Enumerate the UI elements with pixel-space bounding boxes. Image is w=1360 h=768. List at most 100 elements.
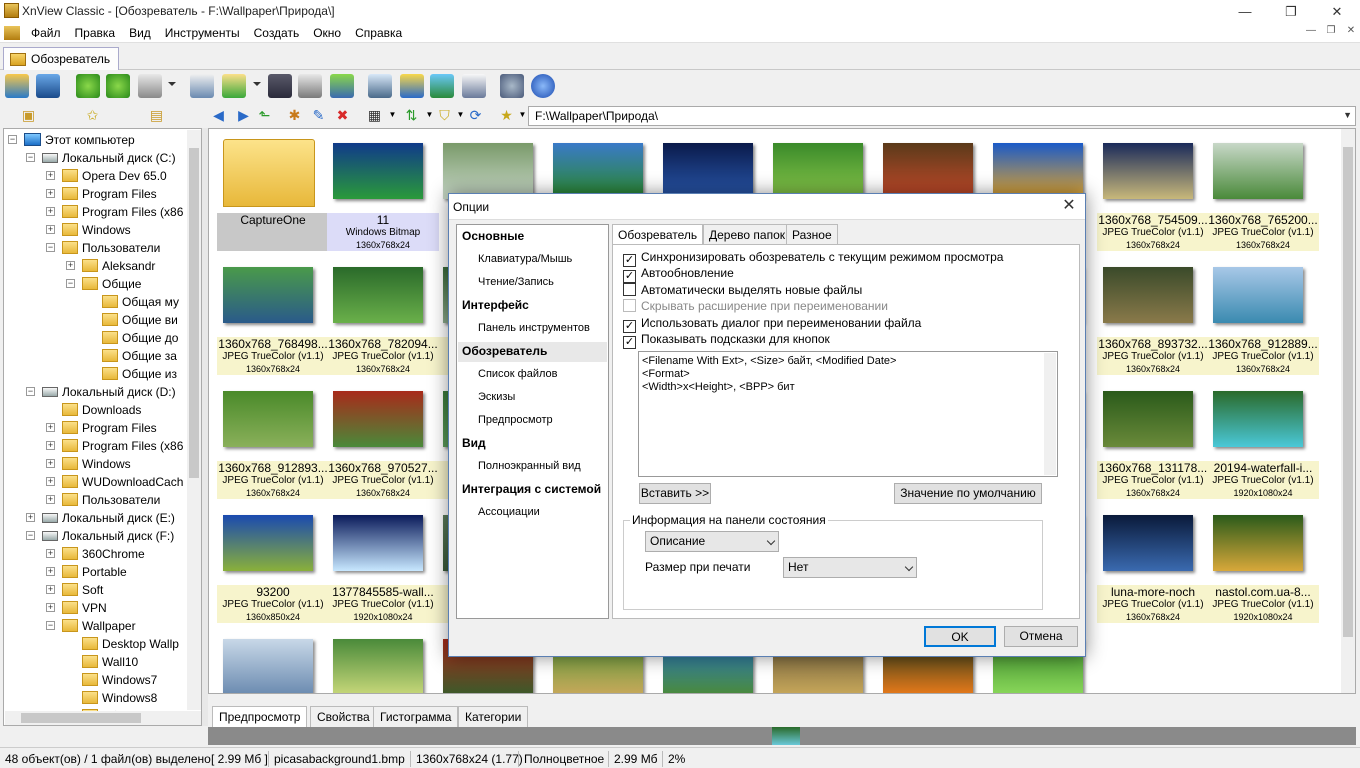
mdi-close-button[interactable]: ✕	[1341, 25, 1360, 41]
tree-expander[interactable]: +	[46, 549, 55, 558]
tree-expander[interactable]: +	[46, 477, 55, 486]
parent-folder-icon[interactable]: ⬑	[256, 107, 273, 123]
thumbnail-item[interactable]: 93200 JPEG TrueColor (v1.1) 1360x850x24	[217, 509, 329, 623]
thumbnail-item[interactable]	[217, 633, 313, 693]
tree-node[interactable]: Windows8	[82, 689, 157, 707]
options-category-item[interactable]: Эскизы	[478, 390, 515, 405]
tree-expander[interactable]: −	[46, 243, 55, 252]
tree-expander[interactable]: +	[46, 207, 55, 216]
tab-folder-tree[interactable]: Дерево папок	[703, 224, 791, 245]
tree-expander[interactable]: −	[26, 531, 35, 540]
thumbnail-item[interactable]: 1360x768_912893... JPEG TrueColor (v1.1) 1…	[217, 385, 329, 499]
info-icon[interactable]	[531, 74, 555, 98]
tree-node[interactable]: Пользователи	[62, 491, 160, 509]
gear-icon[interactable]	[500, 74, 524, 98]
menu-create[interactable]: Создать	[247, 23, 307, 43]
delete-icon[interactable]: ✖	[334, 107, 351, 123]
ok-button[interactable]: OK	[924, 626, 996, 647]
tree-node[interactable]: Windows	[62, 455, 131, 473]
print-size-select[interactable]: Нет	[783, 557, 917, 578]
thumbnail-item[interactable]: 1360x768_765200... JPEG TrueColor (v1.1) 1…	[1207, 137, 1319, 251]
tree-expander[interactable]: +	[46, 171, 55, 180]
mdi-restore-button[interactable]: ❐	[1321, 25, 1341, 41]
tree-node[interactable]: Этот компьютер	[24, 131, 135, 149]
checkbox-box[interactable]: ✓	[623, 270, 636, 284]
chevron-down-icon[interactable]: ▼	[1343, 110, 1352, 120]
tab-properties[interactable]: Свойства	[310, 706, 377, 727]
cancel-button[interactable]: Отмена	[1004, 626, 1078, 647]
option-checkbox[interactable]: Автоматически выделять новые файлы	[623, 282, 862, 298]
tree-expander[interactable]: +	[46, 441, 55, 450]
address-bar[interactable]: F:\Wallpaper\Природа\ ▼	[528, 106, 1356, 126]
view-mode-icon[interactable]: ▦	[366, 107, 383, 123]
thumbnail-item[interactable]: 1360x768_912889... JPEG TrueColor (v1.1) 1…	[1207, 261, 1319, 375]
tree-expander[interactable]: +	[46, 603, 55, 612]
tree-node[interactable]: WUDownloadCach	[62, 473, 183, 491]
checkbox-box[interactable]	[623, 282, 636, 296]
options-category-item[interactable]: Клавиатура/Мышь	[478, 252, 572, 267]
tree-horizontal-scrollbar[interactable]	[5, 711, 201, 725]
favorites-icon[interactable]: ✩	[84, 107, 101, 123]
tree-node[interactable]: Program Files (x86	[62, 203, 183, 221]
tree-expander[interactable]: −	[46, 621, 55, 630]
tree-expander[interactable]: +	[46, 495, 55, 504]
fullscreen-icon[interactable]	[36, 74, 60, 98]
tree-node[interactable]: Soft	[62, 581, 103, 599]
tree-node[interactable]: Desktop Wallp	[82, 635, 179, 653]
printer-icon[interactable]	[298, 74, 322, 98]
thumbnail-item[interactable]	[327, 633, 423, 693]
tree-node[interactable]: Windows	[62, 221, 131, 239]
tree-expander[interactable]: −	[26, 153, 35, 162]
checkbox-box[interactable]: ✓	[623, 319, 636, 333]
tree-expander[interactable]: +	[26, 513, 35, 522]
checkbox-box[interactable]: ✓	[623, 254, 636, 267]
tree-expander[interactable]: +	[46, 189, 55, 198]
thumbnail-item[interactable]: 11 Windows Bitmap 1360x768x24	[327, 137, 439, 251]
back-arrow-icon[interactable]: ◀	[210, 107, 227, 123]
folders-panel-icon[interactable]: ▣	[20, 107, 37, 123]
dialog-close-icon[interactable]: ✕	[1059, 196, 1079, 216]
grid-vertical-scrollbar[interactable]	[1341, 129, 1355, 693]
default-value-button[interactable]: Значение по умолчанию	[894, 483, 1042, 504]
thumbnail-item[interactable]: 1360x768_970527... JPEG TrueColor (v1.1) 1…	[327, 385, 439, 499]
chevron-down-icon[interactable]	[168, 82, 176, 86]
tree-expander[interactable]: −	[66, 279, 75, 288]
sync-icon[interactable]: ⟳	[467, 107, 484, 123]
tree-expander[interactable]: +	[46, 225, 55, 234]
tree-node[interactable]: Opera Dev 65.0	[62, 167, 167, 185]
options-category-item[interactable]: Полноэкранный вид	[478, 459, 581, 474]
tree-expander[interactable]: +	[46, 585, 55, 594]
menu-edit[interactable]: Правка	[68, 23, 123, 43]
tab-misc[interactable]: Разное	[786, 224, 838, 245]
tree-expander[interactable]: +	[46, 423, 55, 432]
checkbox-box[interactable]	[623, 299, 636, 313]
thumbnail-item[interactable]: CaptureOne	[217, 137, 329, 251]
maximize-button[interactable]: ❐	[1268, 0, 1314, 23]
thumbnail-item[interactable]: luna-more-noch JPEG TrueColor (v1.1) 1360x…	[1097, 509, 1209, 623]
scan-icon[interactable]	[138, 74, 162, 98]
tree-node[interactable]: Локальный диск (C:)	[42, 149, 176, 167]
tab-categories[interactable]: Категории	[458, 706, 529, 727]
chevron-down-icon[interactable]: ▼	[384, 107, 401, 123]
mdi-minimize-button[interactable]: —	[1301, 25, 1321, 41]
tree-vertical-scrollbar[interactable]	[187, 130, 201, 710]
thumbnail-item[interactable]: 1360x768_768498... JPEG TrueColor (v1.1) 1…	[217, 261, 329, 375]
option-checkbox[interactable]: ✓ Использовать диалог при переименовании …	[623, 316, 921, 333]
status-info-select[interactable]: Описание	[645, 531, 779, 552]
options-category-item[interactable]: Список файлов	[478, 367, 557, 382]
tree-node[interactable]: Общие до	[102, 329, 178, 347]
tree-node[interactable]: 360Chrome	[62, 545, 145, 563]
forward-arrow-icon[interactable]: ▶	[235, 107, 252, 123]
tree-expander[interactable]: +	[46, 567, 55, 576]
contact-sheet-icon[interactable]	[462, 74, 486, 98]
binoculars-icon[interactable]	[268, 74, 292, 98]
tree-node[interactable]: VPN	[62, 599, 107, 617]
slideshow-icon[interactable]	[400, 74, 424, 98]
paste-button[interactable]: Вставить >>	[639, 483, 711, 504]
new-folder-icon[interactable]: ✱	[286, 107, 303, 123]
capture-icon[interactable]	[368, 74, 392, 98]
tab-browser[interactable]: Обозреватель	[3, 47, 119, 70]
thumbnail-item[interactable]: 1360x768_754509... JPEG TrueColor (v1.1) 1…	[1097, 137, 1209, 251]
chevron-down-icon[interactable]	[253, 82, 261, 86]
web-page-icon[interactable]	[430, 74, 454, 98]
